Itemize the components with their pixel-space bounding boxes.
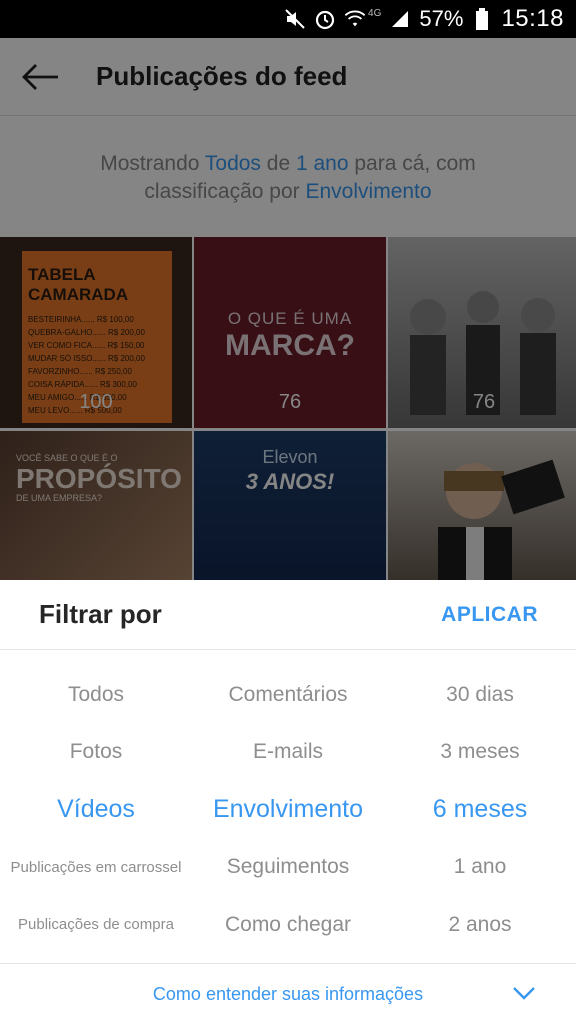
- insights-help-link[interactable]: Como entender suas informações: [153, 984, 423, 1005]
- metric-option-comments[interactable]: Comentários: [192, 666, 384, 724]
- modal-overlay[interactable]: [0, 38, 576, 580]
- mute-icon: [284, 8, 306, 30]
- period-option-1-year[interactable]: 1 ano: [384, 839, 576, 897]
- battery-percent: 57%: [419, 6, 464, 31]
- apply-button[interactable]: APLICAR: [441, 603, 538, 627]
- filter-sheet-header: Filtrar por APLICAR: [0, 580, 576, 650]
- period-picker[interactable]: 30 dias 3 meses 6 meses 1 ano 2 anos: [384, 666, 576, 956]
- type-option-shopping[interactable]: Publicações de compra: [0, 896, 192, 954]
- insights-help-row[interactable]: Como entender suas informações: [0, 963, 576, 1024]
- metric-picker[interactable]: Comentários E-mails Envolvimento Seguime…: [192, 666, 384, 956]
- metric-option-directions[interactable]: Como chegar: [192, 896, 384, 954]
- network-type: 4G: [368, 7, 382, 19]
- metric-option-follows[interactable]: Seguimentos: [192, 839, 384, 897]
- metric-option-engagement[interactable]: Envolvimento: [192, 781, 384, 839]
- period-option-30-days[interactable]: 30 dias: [384, 666, 576, 724]
- alarm-icon: [314, 8, 336, 30]
- type-option-photos[interactable]: Fotos: [0, 724, 192, 782]
- wifi-icon: [344, 8, 366, 30]
- type-picker[interactable]: Todos Fotos Vídeos Publicações em carros…: [0, 666, 192, 956]
- period-option-6-months[interactable]: 6 meses: [384, 781, 576, 839]
- type-option-all[interactable]: Todos: [0, 666, 192, 724]
- type-option-carousel[interactable]: Publicações em carrossel: [0, 839, 192, 897]
- chevron-down-icon[interactable]: [512, 986, 536, 1000]
- type-option-videos[interactable]: Vídeos: [0, 781, 192, 839]
- filter-sheet-title: Filtrar por: [39, 599, 162, 629]
- signal-icon: [389, 8, 411, 30]
- period-option-3-months[interactable]: 3 meses: [384, 724, 576, 782]
- period-option-2-years[interactable]: 2 anos: [384, 896, 576, 954]
- status-bar: 4G 57% 15:18: [0, 0, 576, 38]
- battery-icon: [471, 8, 493, 30]
- filter-pickers: Todos Fotos Vídeos Publicações em carros…: [0, 666, 576, 956]
- metric-option-emails[interactable]: E-mails: [192, 724, 384, 782]
- clock: 15:18: [501, 5, 564, 32]
- filter-sheet: Filtrar por APLICAR Todos Fotos Vídeos P…: [0, 580, 576, 1024]
